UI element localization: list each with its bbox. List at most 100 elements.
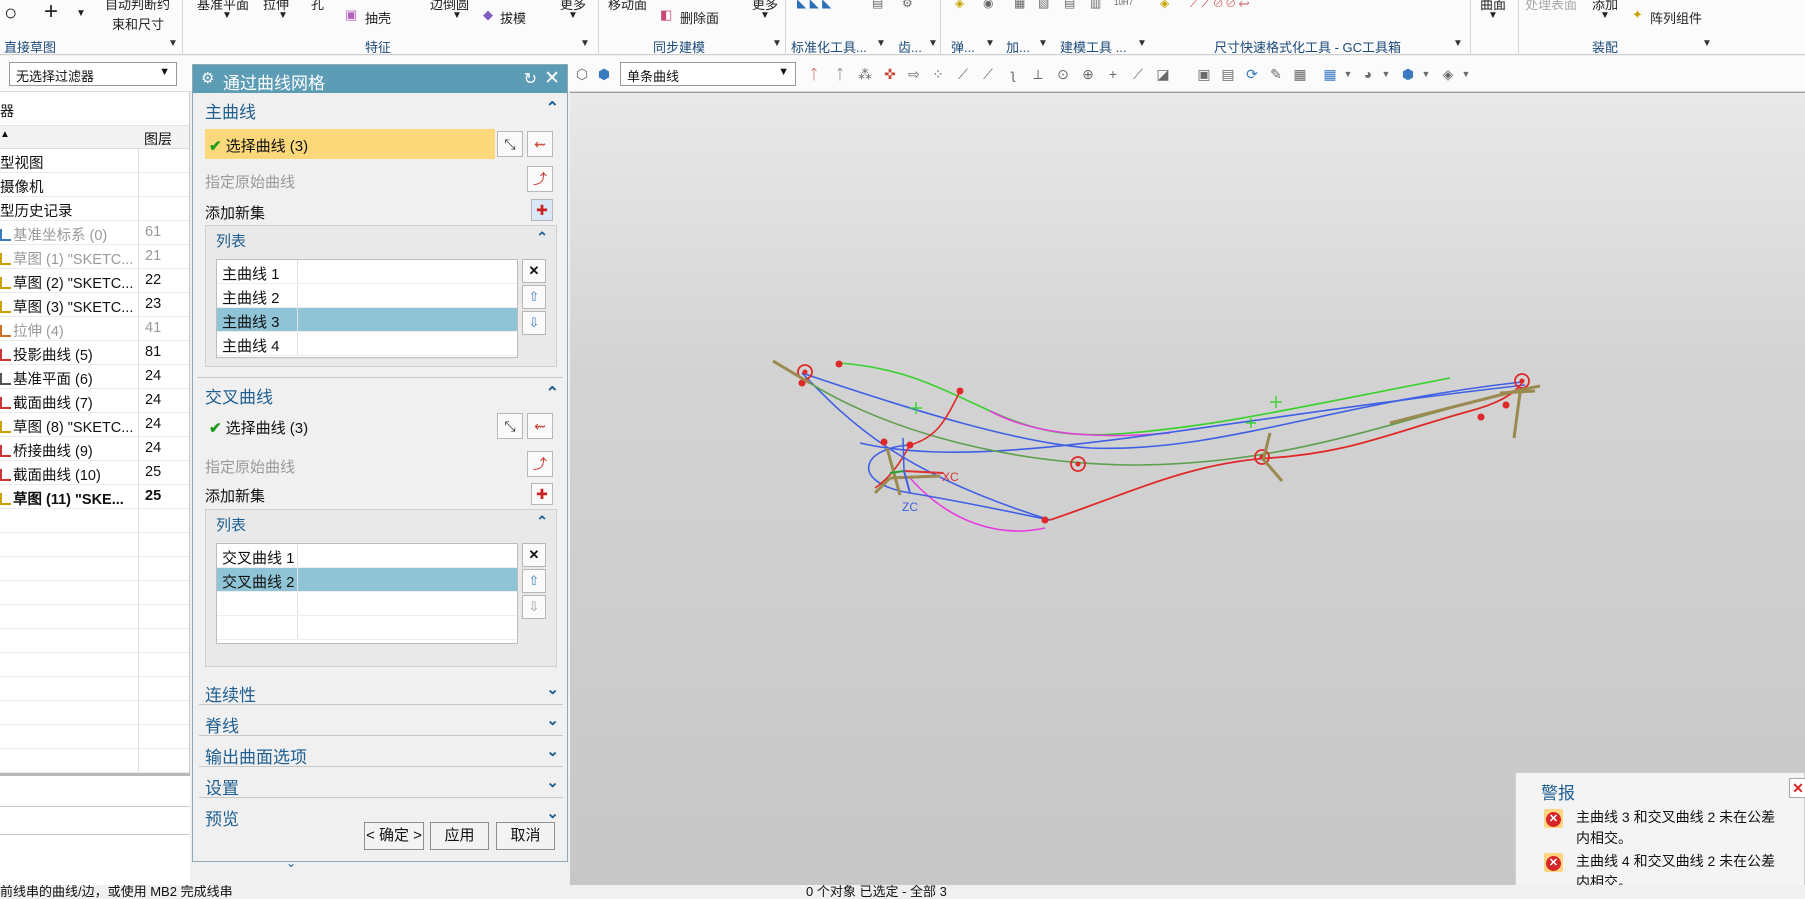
cancel-button[interactable]: 取消 [496,822,555,850]
navigator-row[interactable]: 草图 (3) "SKETC... 23 [0,293,189,317]
cube-view-icon[interactable]: ⬢ [1400,66,1416,82]
line-icon[interactable]: ⟋ [980,66,996,82]
reverse-direction-icon[interactable]: ⤡ [497,413,523,439]
section-output-surface[interactable]: 输出曲面选项 ⌄ [199,739,563,767]
curve-rule-dropdown[interactable]: 单条曲线 ▼ [620,62,796,86]
section-continuity[interactable]: 连续性 ⌄ [199,677,563,705]
ribbon-delete-face[interactable]: 删除面 [680,8,719,27]
primary-list-heading[interactable]: 列表 [216,230,246,251]
navigator-row[interactable]: 摄像机 [0,173,189,197]
plus-icon[interactable]: + [1105,66,1121,82]
navigator-row[interactable]: 型视图 [0,149,189,173]
group-assembly[interactable]: 装配 [1592,37,1618,55]
layers-icon[interactable]: ▦ [1292,66,1308,82]
chevron-down-icon[interactable]: ▼ [580,38,590,49]
ribbon-draft[interactable]: 拔模 [500,8,526,27]
navigator-row[interactable]: 截面曲线 (7) 24 [0,389,189,413]
chevron-down-icon[interactable]: ▼ [76,8,86,19]
group-gc-toolbox[interactable]: 尺寸快速格式化工具 - GC工具箱 [1214,37,1401,55]
reset-icon[interactable]: ↻ [524,69,537,89]
cross-list-item[interactable]: 交叉曲线 2 [217,568,517,592]
primary-list-item[interactable]: 主曲线 2 [217,284,517,308]
cross-list-item[interactable]: 交叉曲线 1 [217,544,517,568]
line-icon[interactable]: ⟋ [1130,66,1146,82]
intersection-icon[interactable]: ⟂ [1030,66,1046,82]
snap-connect-icon[interactable]: ✜ [882,66,898,82]
snap-endpoint-icon[interactable]: ᛏ [806,66,822,82]
cube-outline-icon[interactable]: ⬡ [574,66,590,82]
snap-tree-icon[interactable]: ⁂ [857,66,873,82]
column-layer-header[interactable]: 图层 [144,129,172,149]
rotate-icon[interactable]: ⟳ [1244,66,1260,82]
cross-curve-list[interactable]: 交叉曲线 1 交叉曲线 2 [216,543,518,644]
spring-icon[interactable]: ◈ [955,0,964,10]
remove-x-icon[interactable]: ✕ [522,543,546,567]
gc-tool-icon[interactable]: ◈ [1160,0,1169,10]
close-icon[interactable]: ✕ [544,67,560,90]
green-curve[interactable] [839,362,1451,436]
group-sync-modeling[interactable]: 同步建模 [653,37,705,55]
section-spine[interactable]: 脊线 ⌄ [199,708,563,736]
primary-list-item[interactable]: 主曲线 1 [217,260,517,284]
gear-tool-icon[interactable]: ▤ [872,0,883,10]
ribbon-shell[interactable]: 抽壳 [365,8,391,27]
navigator-row[interactable]: 草图 (2) "SKETC... 22 [0,269,189,293]
std-tools-icons[interactable]: ◣ ◣ ◣ [797,0,831,10]
reset-snap-icon[interactable]: ◪ [1155,66,1171,82]
ribbon-auto-constraint-line1[interactable]: 自动判断约 [105,0,170,13]
reverse-direction-icon[interactable]: ⤡ [497,131,523,157]
group-modeling-tools[interactable]: 建模工具 ... [1060,37,1126,55]
quadrant-icon[interactable]: ⊕ [1080,66,1096,82]
sort-arrow-icon[interactable]: ▲ [0,129,10,140]
chevron-down-icon[interactable]: ▼ [1453,38,1463,49]
navigator-row[interactable]: 基准平面 (6) 24 [0,365,189,389]
chevron-down-icon[interactable]: ▼ [222,10,232,21]
add-tool-icon[interactable]: ▦ [1014,0,1025,10]
dialog-titlebar[interactable]: ⚙ 通过曲线网格 ↻ ✕ [193,65,567,93]
chevron-up-icon[interactable]: ⌃ [546,98,559,118]
chevron-down-icon[interactable]: ▼ [985,38,995,49]
navigator-row[interactable]: 草图 (1) "SKETC... 21 [0,245,189,269]
modeling-tool-icon[interactable]: 10H7 [1114,0,1133,7]
modeling-tool-icon[interactable]: ▤ [1064,0,1075,10]
group-add[interactable]: 加... [1006,37,1030,55]
group-direct-sketch[interactable]: 直接草图 [4,37,56,55]
section-settings[interactable]: 设置 ⌄ [199,770,563,798]
chevron-down-icon[interactable]: ▼ [876,38,886,49]
chevron-down-icon[interactable]: ▼ [760,10,770,21]
plus-icon[interactable]: + [44,0,58,26]
primary-list-item[interactable]: 主曲线 4 [217,332,517,356]
navigator-row[interactable]: 投影曲线 (5) 81 [0,341,189,365]
show-hide-icon[interactable]: ◈ [1440,66,1456,82]
snap-midpoint-icon[interactable]: ᛏ [832,66,848,82]
chevron-down-icon[interactable]: ▼ [278,10,288,21]
circle-icon[interactable]: ○ [4,0,17,26]
group-spring[interactable]: 弹... [951,37,975,55]
primary-list-item[interactable]: 主曲线 3 [217,308,517,332]
gear-tool-icon[interactable]: ⚙ [902,0,913,10]
curve-rule-icon[interactable]: ⇜ [527,131,553,157]
selection-filter-dropdown[interactable]: 无选择过滤器 ▼ [9,62,177,86]
pencil-icon[interactable]: ✎ [1268,66,1284,82]
view-frame-icon[interactable]: ▤ [1220,66,1236,82]
navigator-row[interactable]: 截面曲线 (10) 25 [0,461,189,485]
cross-select-curves[interactable]: ✔ 选择曲线 (3) [205,411,495,441]
chevron-down-icon[interactable]: ▼ [1137,38,1147,49]
navigator-row[interactable]: 桥接曲线 (9) 24 [0,437,189,461]
alert-close-icon[interactable]: ✕ [1789,778,1805,798]
add-new-set-button[interactable]: ✚ [531,483,553,505]
chevron-up-icon[interactable]: ⌃ [536,229,548,246]
chevron-down-icon[interactable]: ⌄ [286,856,296,870]
navigator-row[interactable]: 型历史记录 [0,197,189,221]
snap-nodes-icon[interactable]: ⁘ [930,66,946,82]
blue-curve[interactable] [801,372,1051,521]
graphics-viewport[interactable]: XC ZC [570,92,1805,885]
zoom-view-icon[interactable]: ▣ [1196,66,1212,82]
curve-icon[interactable]: ʅ [1005,66,1021,82]
chevron-down-icon[interactable]: ▼ [1458,66,1474,82]
chevron-down-icon[interactable]: ▼ [1340,66,1356,82]
move-up-icon[interactable]: ⇧ [522,285,546,309]
navigator-row[interactable]: 草图 (11) "SKE... 25 [0,485,189,509]
chevron-down-icon[interactable]: ▼ [1600,10,1610,21]
navigator-row[interactable]: 草图 (8) "SKETC... 24 [0,413,189,437]
